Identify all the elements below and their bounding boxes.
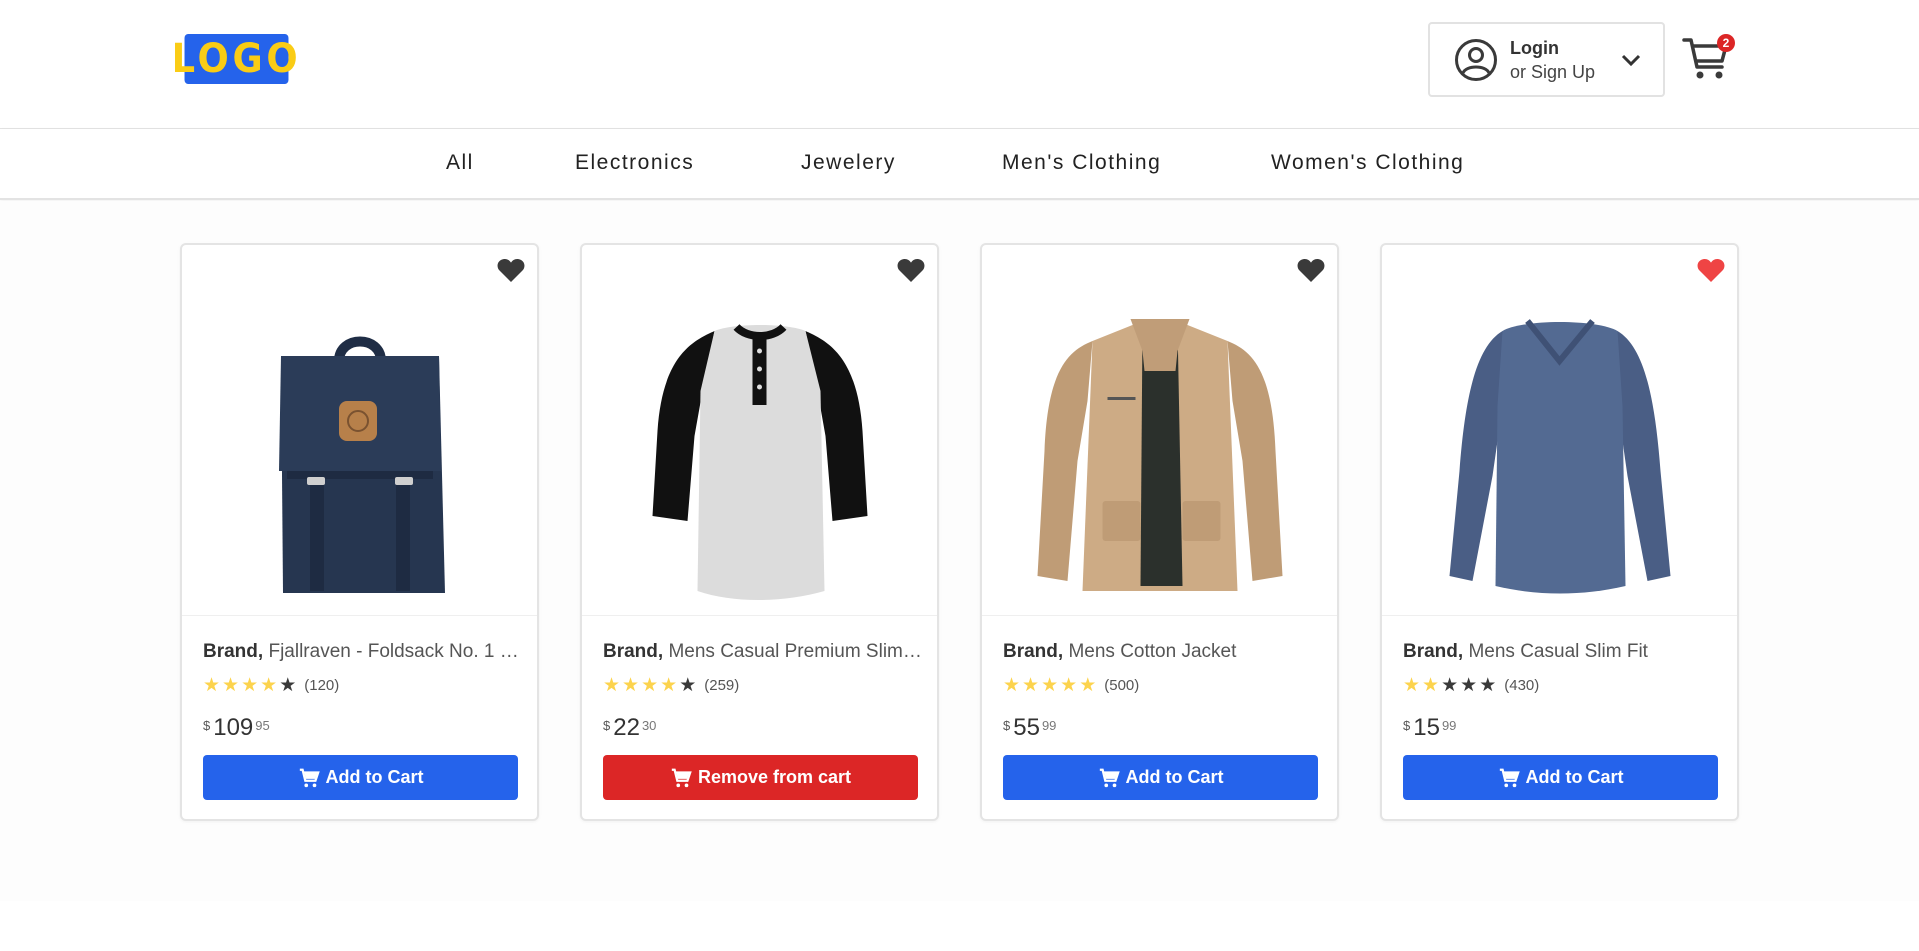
product-brand: Brand, [1003, 641, 1064, 662]
cart-icon [671, 768, 692, 787]
product-price: $ 22 30 [603, 715, 656, 741]
product-image-area[interactable] [982, 245, 1337, 616]
price-currency: $ [1403, 718, 1411, 733]
product-image-area[interactable] [1382, 245, 1737, 616]
product-rating: ★ ★ ★ ★ ★ (500) [1003, 676, 1139, 695]
price-decimal: 30 [641, 718, 657, 733]
product-price: $ 55 99 [1003, 715, 1056, 741]
nav-item-womens-clothing[interactable]: Women's Clothing [1271, 151, 1464, 175]
logo[interactable]: LOGO [172, 34, 298, 84]
product-name: Fjallraven - Foldsack No. 1 Backpack, Fi… [268, 641, 523, 662]
star-icon: ★ [679, 675, 697, 696]
rating-count: (259) [704, 677, 740, 694]
star-icon: ★ [1422, 675, 1440, 696]
remove-from-cart-button[interactable]: Remove from cart [603, 755, 918, 800]
star-icon: ★ [1403, 675, 1421, 696]
star-icon: ★ [622, 675, 640, 696]
star-icon: ★ [260, 675, 278, 696]
long-sleeve-shirt-image [1447, 311, 1672, 601]
signup-label: or Sign Up [1510, 61, 1596, 82]
product-image-area[interactable] [582, 245, 937, 616]
category-nav: All Electronics Jewelery Men's Clothing … [0, 129, 1919, 200]
star-icon: ★ [1460, 675, 1478, 696]
button-label: Add to Cart [1525, 767, 1624, 787]
star-icon: ★ [1041, 675, 1059, 696]
star-icon: ★ [641, 675, 659, 696]
star-icon: ★ [1441, 675, 1459, 696]
star-icon: ★ [1479, 675, 1497, 696]
add-to-cart-button[interactable]: Add to Cart [1403, 755, 1718, 800]
button-label: Add to Cart [325, 767, 424, 787]
product-title[interactable]: Brand, Mens Casual Premium Slim Fit T-Sh… [603, 641, 923, 663]
price-integer: 15 [1413, 714, 1440, 741]
star-icon: ★ [603, 675, 621, 696]
cart-icon [1099, 768, 1120, 787]
star-icon: ★ [222, 675, 240, 696]
price-currency: $ [203, 718, 211, 733]
price-currency: $ [603, 718, 611, 733]
star-icon: ★ [660, 675, 678, 696]
jacket-image [1032, 311, 1287, 601]
product-card: Brand, Mens Casual Premium Slim Fit T-Sh… [580, 243, 939, 821]
product-brand: Brand, [203, 641, 264, 662]
backpack-image [254, 311, 465, 601]
heart-icon[interactable] [897, 257, 925, 283]
nav-item-all[interactable]: All [446, 151, 474, 175]
site-header: LOGO Login or Sign Up 2 [0, 0, 1919, 129]
product-card: Brand, Mens Casual Slim Fit ★ ★ ★ ★ ★ (430) … [1380, 243, 1739, 821]
price-integer: 22 [613, 714, 640, 741]
login-text: Login or Sign Up [1510, 36, 1595, 84]
product-rating: ★ ★ ★ ★ ★ (120) [203, 676, 339, 695]
product-title[interactable]: Brand, Fjallraven - Foldsack No. 1 Backp… [203, 641, 523, 663]
product-price: $ 15 99 [1403, 715, 1456, 741]
nav-item-mens-clothing[interactable]: Men's Clothing [1002, 151, 1161, 175]
product-name: Mens Cotton Jacket [1068, 641, 1237, 662]
product-card: Brand, Mens Cotton Jacket ★ ★ ★ ★ ★ (500) $ … [980, 243, 1339, 821]
product-image-area[interactable] [182, 245, 537, 616]
star-icon: ★ [279, 675, 297, 696]
star-icon: ★ [1060, 675, 1078, 696]
product-name: Mens Casual Slim Fit [1468, 641, 1648, 662]
product-price: $ 109 95 [203, 715, 270, 741]
rating-count: (500) [1104, 677, 1140, 694]
price-decimal: 99 [1441, 718, 1457, 733]
product-rating: ★ ★ ★ ★ ★ (430) [1403, 676, 1539, 695]
account-menu-button[interactable]: Login or Sign Up [1428, 22, 1665, 97]
rating-count: (120) [304, 677, 340, 694]
product-name: Mens Casual Premium Slim Fit T-Shirts [668, 641, 923, 662]
user-circle-icon [1455, 38, 1497, 81]
product-card: Brand, Fjallraven - Foldsack No. 1 Backp… [180, 243, 539, 821]
price-integer: 55 [1013, 714, 1040, 741]
star-icon: ★ [203, 675, 221, 696]
star-icon: ★ [241, 675, 259, 696]
nav-item-jewelery[interactable]: Jewelery [801, 151, 896, 175]
price-integer: 109 [213, 714, 254, 741]
cart-count-badge: 2 [1717, 34, 1735, 52]
add-to-cart-button[interactable]: Add to Cart [203, 755, 518, 800]
price-decimal: 95 [255, 718, 270, 733]
price-decimal: 99 [1041, 718, 1057, 733]
button-label: Remove from cart [697, 767, 852, 787]
rating-count: (430) [1504, 677, 1540, 694]
chevron-down-icon [1621, 54, 1641, 67]
product-title[interactable]: Brand, Mens Cotton Jacket [1003, 641, 1323, 663]
star-icon: ★ [1003, 675, 1021, 696]
nav-item-electronics[interactable]: Electronics [575, 151, 694, 175]
star-icon: ★ [1079, 675, 1097, 696]
cart-icon [299, 768, 320, 787]
add-to-cart-button[interactable]: Add to Cart [1003, 755, 1318, 800]
henley-shirt-image [652, 311, 867, 601]
heart-icon[interactable] [497, 257, 525, 283]
product-title[interactable]: Brand, Mens Casual Slim Fit [1403, 641, 1723, 663]
product-brand: Brand, [603, 641, 664, 662]
login-label: Login [1510, 37, 1559, 58]
product-rating: ★ ★ ★ ★ ★ (259) [603, 676, 739, 695]
product-brand: Brand, [1403, 641, 1464, 662]
price-currency: $ [1003, 718, 1011, 733]
heart-icon[interactable] [1697, 257, 1725, 283]
button-label: Add to Cart [1125, 767, 1224, 787]
star-icon: ★ [1022, 675, 1040, 696]
cart-icon [1499, 768, 1520, 787]
heart-icon[interactable] [1297, 257, 1325, 283]
